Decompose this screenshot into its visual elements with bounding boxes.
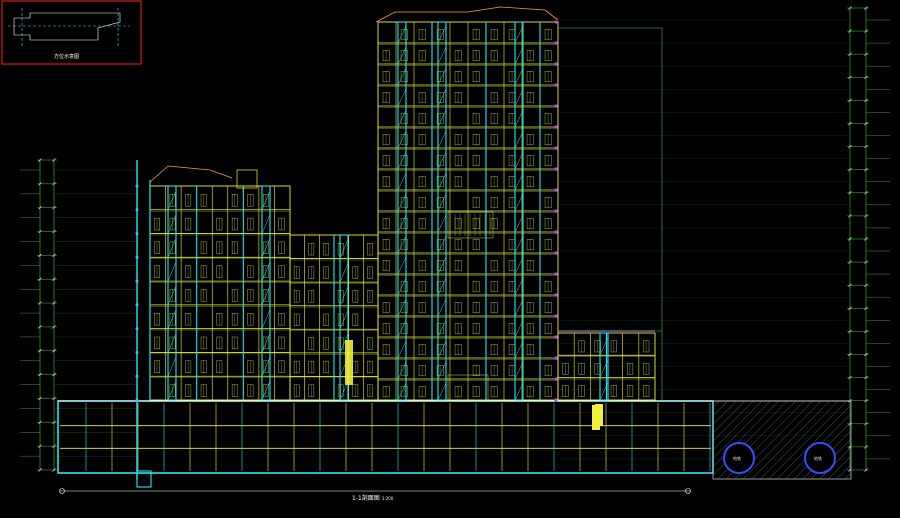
stair-flight	[339, 263, 349, 283]
level-marker	[554, 314, 558, 318]
stair-flight	[397, 362, 407, 380]
shaft-fill	[345, 340, 353, 385]
level-marker	[554, 251, 558, 255]
level-marker	[554, 62, 558, 66]
stair-flight	[437, 110, 447, 128]
level-marker	[554, 230, 558, 234]
tower	[377, 20, 559, 402]
stair-flight	[397, 278, 407, 296]
level-marker	[554, 146, 558, 150]
level-marker	[554, 398, 558, 402]
stair-flight	[397, 299, 407, 317]
stair-flight	[397, 152, 407, 170]
stair-flight	[397, 341, 407, 359]
level-marker	[554, 167, 558, 171]
stair-flight	[437, 26, 447, 44]
key-plan-inset: 方位示意图	[1, 0, 142, 65]
stair-flight	[397, 173, 407, 191]
cad-section-canvas: 方位示意图 地铁 地铁 1-1剖面图 1:200	[1, 0, 890, 502]
level-marker	[554, 188, 558, 192]
stair-flight	[167, 309, 177, 329]
section-footer: 1-1剖面图 1:200	[59, 488, 691, 502]
level-marker	[554, 20, 558, 24]
stair-flight	[167, 380, 177, 401]
stair-flight	[437, 341, 447, 359]
level-marker	[554, 293, 558, 297]
stair-flight	[397, 215, 407, 233]
stair-flight	[167, 261, 177, 282]
stair-flight	[261, 309, 271, 329]
level-marker	[554, 41, 558, 45]
stair-flight	[397, 89, 407, 107]
level-marker	[554, 209, 558, 213]
stair-flight	[397, 257, 407, 275]
podium-middle	[289, 234, 379, 401]
earth-and-subway: 地铁 地铁	[712, 400, 852, 480]
section-title: 1-1剖面图 1:200	[352, 494, 394, 502]
level-marker	[554, 272, 558, 276]
shaft-fill	[592, 405, 600, 430]
level-marker	[554, 377, 558, 381]
stair-flight	[437, 215, 447, 233]
stair-flight	[167, 285, 177, 305]
level-marker	[554, 335, 558, 339]
stair-flight	[339, 310, 349, 330]
stair-flight	[397, 131, 407, 149]
stair-flight	[397, 320, 407, 338]
key-plan-caption: 方位示意图	[54, 53, 79, 60]
stair-flight	[437, 383, 447, 401]
stair-flight	[261, 214, 271, 234]
stair-flight	[437, 320, 447, 338]
level-marker	[554, 104, 558, 108]
stair-flight	[437, 89, 447, 107]
stair-flight	[167, 333, 177, 353]
level-marker	[554, 356, 558, 360]
subway-tunnel-left-label: 地铁	[733, 455, 741, 461]
stair-flight	[339, 286, 349, 306]
stair-flight	[437, 236, 447, 254]
stair-flight	[397, 194, 407, 212]
stair-flight	[437, 194, 447, 212]
stair-flight	[437, 362, 447, 380]
roof-features	[149, 6, 559, 183]
stair-flight	[437, 257, 447, 275]
stair-flight	[397, 47, 407, 65]
level-marker	[554, 125, 558, 129]
stair-flight	[397, 110, 407, 128]
stair-flight	[437, 173, 447, 191]
stair-flight	[397, 236, 407, 254]
stair-flight	[167, 238, 177, 258]
stair-flight	[339, 239, 349, 259]
stair-flight	[397, 68, 407, 86]
podium-right	[557, 330, 656, 430]
stair-flight	[167, 357, 177, 377]
stair-flight	[397, 26, 407, 44]
stair-flight	[437, 131, 447, 149]
roof-enclosure	[236, 169, 258, 189]
stair-flight	[437, 47, 447, 65]
stair-flight	[437, 278, 447, 296]
stair-flight	[167, 190, 177, 210]
stair-flight	[167, 214, 177, 234]
stair-flight	[397, 383, 407, 401]
key-plan-outline	[8, 8, 130, 46]
basement-outline	[57, 400, 714, 474]
subway-tunnel-right-label: 地铁	[814, 455, 822, 461]
stair-flight	[437, 68, 447, 86]
podium-left	[135, 160, 291, 480]
tower-height-indicator	[558, 27, 663, 400]
stair-flight	[437, 152, 447, 170]
level-marker	[554, 83, 558, 87]
left-level-dimensions	[20, 158, 137, 472]
stair-flight	[437, 299, 447, 317]
